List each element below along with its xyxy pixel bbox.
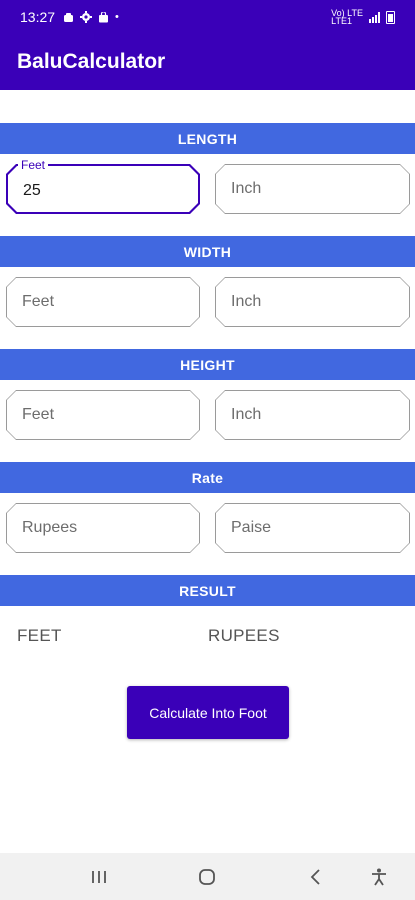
back-icon[interactable] [306, 867, 326, 887]
height-feet-placeholder: Feet [22, 406, 55, 423]
height-feet-field[interactable]: Feet [6, 390, 200, 440]
height-inch-placeholder: Inch [231, 406, 262, 423]
width-inch-field[interactable]: Inch [215, 277, 410, 327]
length-inch-field[interactable]: Inch [215, 164, 410, 214]
width-header-label: WIDTH [183, 243, 232, 260]
length-feet-label: Feet [18, 158, 49, 172]
width-header: WIDTH [0, 236, 415, 267]
result-header-label: RESULT [179, 582, 236, 599]
result-feet-label: FEET [17, 626, 62, 645]
status-left-icons: • [63, 11, 119, 23]
height-inch-field[interactable]: Inch [215, 390, 410, 440]
signal-icon [369, 11, 380, 23]
accessibility-icon[interactable] [369, 867, 389, 887]
result-rupees-label: RUPEES [208, 626, 280, 645]
rate-header: Rate [0, 462, 415, 493]
app-title: BaluCalculator [17, 50, 166, 73]
width-feet-placeholder: Feet [22, 293, 55, 310]
calculate-button-label: Calculate Into Foot [149, 704, 267, 721]
battery-icon [386, 10, 395, 24]
length-inch-placeholder: Inch [231, 180, 262, 197]
calculate-button[interactable]: Calculate Into Foot [127, 686, 289, 739]
notification-icon [64, 12, 74, 22]
result-header: RESULT [0, 575, 415, 606]
network-sublabel: LTE1 [331, 16, 352, 26]
navigation-bar [0, 853, 415, 900]
status-right-icons: Vo) LTE LTE1 [331, 9, 395, 26]
app-bar: BaluCalculator [0, 34, 415, 90]
status-dot: • [115, 11, 119, 23]
status-time: 13:27 [20, 9, 56, 25]
home-icon[interactable] [197, 867, 217, 887]
length-header-label: LENGTH [177, 130, 238, 147]
settings-icon [80, 11, 93, 23]
rate-paise-field[interactable]: Paise [215, 503, 410, 553]
rate-header-label: Rate [191, 469, 224, 486]
length-feet-value: 25 [23, 182, 41, 199]
rate-rupees-placeholder: Rupees [22, 519, 78, 536]
rate-rupees-field[interactable]: Rupees [6, 503, 200, 553]
status-bar: 13:27 • Vo) LTE LTE1 [0, 0, 415, 34]
height-header-label: HEIGHT [180, 356, 235, 373]
width-inch-placeholder: Inch [231, 293, 262, 310]
length-header: LENGTH [0, 123, 415, 154]
bag-icon [99, 11, 109, 22]
width-feet-field[interactable]: Feet [6, 277, 200, 327]
recent-apps-icon[interactable] [89, 867, 109, 887]
rate-paise-placeholder: Paise [231, 519, 272, 536]
height-header: HEIGHT [0, 349, 415, 380]
